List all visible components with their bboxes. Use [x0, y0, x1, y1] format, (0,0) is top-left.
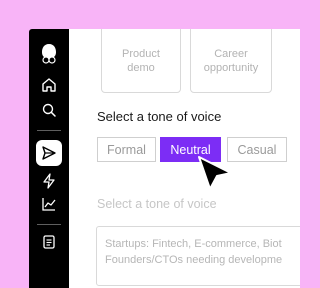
- chart-icon[interactable]: [40, 195, 58, 213]
- lightning-icon[interactable]: [40, 172, 58, 190]
- mouse-cursor-icon: [198, 156, 232, 190]
- document-icon[interactable]: [40, 233, 58, 251]
- logo-icon[interactable]: [38, 42, 60, 64]
- card-line: demo: [127, 62, 155, 74]
- tone-heading: Select a tone of voice: [97, 109, 222, 124]
- card-line: opportunity: [203, 62, 259, 74]
- tone-option-casual[interactable]: Casual: [227, 137, 287, 162]
- search-icon[interactable]: [40, 101, 58, 119]
- card-line: Product: [122, 48, 160, 60]
- card-product-demo[interactable]: Product demo: [101, 29, 181, 93]
- textarea-line: Founders/CTOs needing developme: [105, 254, 283, 266]
- card-career-opportunity[interactable]: Career opportunity: [190, 29, 272, 93]
- sidebar-divider: [37, 224, 61, 225]
- textarea-line: Startups: Fintech, E-commerce, Biot: [105, 238, 282, 250]
- sidebar: [29, 29, 69, 288]
- main-panel: Product demo Career opportunity Select a…: [69, 29, 300, 288]
- second-tone-heading: Select a tone of voice: [97, 197, 217, 211]
- tone-option-formal[interactable]: Formal: [97, 137, 156, 162]
- sidebar-divider: [37, 130, 61, 131]
- send-icon[interactable]: [40, 144, 58, 162]
- audience-textarea[interactable]: Startups: Fintech, E-commerce, Biot Foun…: [96, 226, 300, 286]
- home-icon[interactable]: [40, 76, 58, 94]
- card-line: Career: [214, 48, 248, 60]
